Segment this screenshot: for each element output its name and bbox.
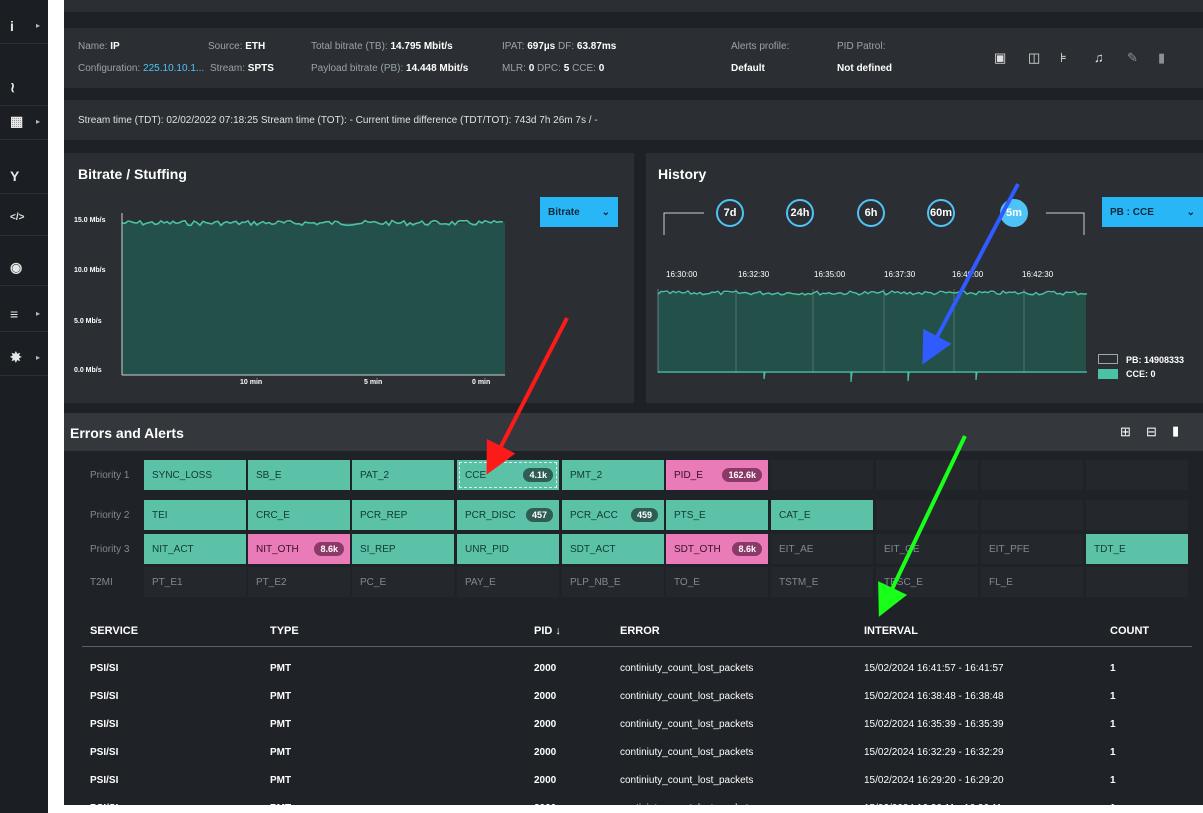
sidebar-item-chart-wave[interactable]: ≀ [0,70,48,106]
sidebar-item-fork[interactable]: Y [0,158,48,194]
green-arrow [878,435,967,617]
caret-right-icon: ▸ [36,309,41,318]
sidebar-item-info[interactable]: i ▸ [0,8,48,44]
annotation-arrows [486,183,1020,617]
target-icon: ◉ [10,259,23,275]
blue-arrow [922,183,1020,365]
gutter [48,0,64,813]
info-icon: i [10,17,14,34]
sidebar-item-code[interactable]: </> [0,200,48,236]
grid-table-icon: ▦ [10,113,24,129]
sidebar: i ▸ ≀ ▦ ▸ Y </> ◉ ≡ ▸ ✸ ▸ [0,0,48,813]
sidebar-item-list-check[interactable]: ≡ ▸ [0,296,48,332]
caret-right-icon: ▸ [36,21,41,30]
caret-right-icon: ▸ [36,117,41,126]
main-area: Name: IP Configuration: 225.10.10.1... S… [64,0,1203,813]
list-check-icon: ≡ [10,305,19,322]
sidebar-item-grid-table[interactable]: ▦ ▸ [0,104,48,140]
chart-wave-icon: ≀ [10,79,16,95]
code-icon: </> [10,212,25,223]
sidebar-item-gear[interactable]: ✸ ▸ [0,340,48,376]
gear-icon: ✸ [10,349,22,365]
caret-right-icon: ▸ [36,353,41,362]
red-arrow [486,317,569,475]
sidebar-item-target[interactable]: ◉ [0,250,48,286]
fork-icon: Y [10,167,20,184]
